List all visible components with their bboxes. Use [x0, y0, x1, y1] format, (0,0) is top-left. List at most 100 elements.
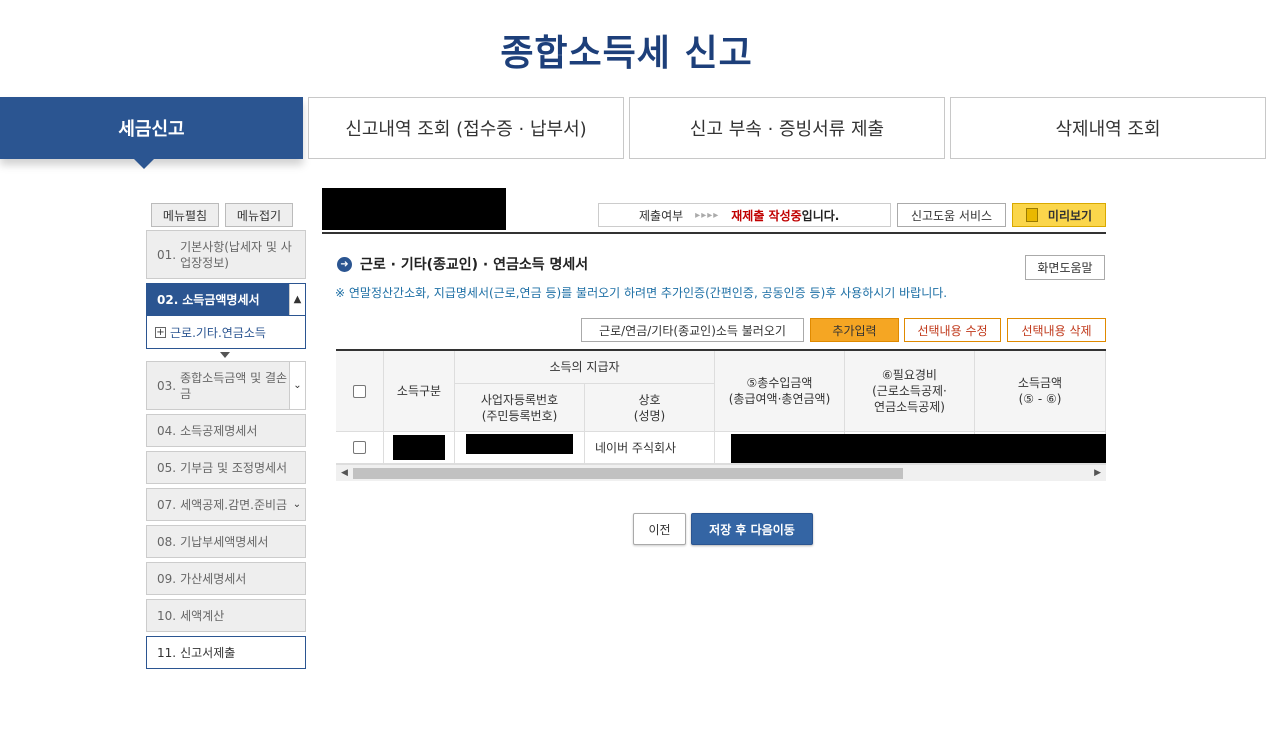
header-gross-income: ⑤총수입금액 (총급여액·총연금액): [715, 351, 845, 432]
chevron-down-icon[interactable]: ⌄: [289, 489, 305, 520]
header-expense-line3: 연금소득공제): [874, 400, 945, 414]
edit-selected-button[interactable]: 선택내용 수정: [904, 318, 1001, 342]
sidebar-item-penalty-tax[interactable]: 09. 가산세명세서: [146, 562, 306, 595]
table-row-checkbox-cell: [336, 432, 384, 464]
load-income-button[interactable]: 근로/연금/기타(종교인)소득 불러오기: [581, 318, 804, 342]
prev-button[interactable]: 이전: [633, 513, 686, 545]
header-reg-no: 사업자등록번호 (주민등록번호): [455, 384, 585, 432]
redacted-block: [393, 435, 445, 460]
table-row-reg-no[interactable]: [455, 432, 585, 464]
sidebar-item-submit[interactable]: 11. 신고서제출: [146, 636, 306, 669]
sidebar-subitem-label: 근로.기타.연금소득: [170, 325, 266, 340]
document-icon: [1025, 208, 1038, 222]
sidebar-item-num: 11.: [157, 645, 177, 660]
status-suffix: 입니다.: [801, 208, 840, 223]
sidebar-item-label: 가산세명세서: [180, 572, 247, 586]
header-gross-line1: ⑤총수입금액: [746, 376, 813, 390]
sidebar-item-donations[interactable]: 05. 기부금 및 조정명세서: [146, 451, 306, 484]
notice-text: ※ 연말정산간소화, 지급명세서(근로,연금 등)를 불러오기 하려면 추가인증…: [335, 286, 948, 300]
tab-supporting-docs[interactable]: 신고 부속 · 증빙서류 제출: [629, 97, 945, 159]
scroll-right-icon[interactable]: ▶: [1094, 468, 1101, 478]
header-payer-group: 소득의 지급자: [455, 351, 715, 384]
plus-icon: +: [155, 326, 166, 338]
scroll-left-icon[interactable]: ◀: [341, 468, 348, 478]
menu-expand-button[interactable]: 메뉴펼침: [151, 203, 219, 227]
arrow-right-icon: ➜: [337, 256, 352, 272]
sidebar-item-label: 소득금액명세서: [182, 293, 260, 307]
sidebar-item-num: 02.: [157, 292, 179, 307]
preview-label: 미리보기: [1047, 208, 1093, 223]
sidebar-item-deductions[interactable]: 04. 소득공제명세서: [146, 414, 306, 447]
sidebar-item-tax-credits[interactable]: 07. 세액공제.감면.준비금 ⌄: [146, 488, 306, 521]
sidebar-item-total-income[interactable]: 03. 종합소득금액 및 결손금 ⌄: [146, 361, 306, 410]
header-select-all: [336, 351, 384, 432]
horizontal-scrollbar[interactable]: ◀ ▶: [336, 464, 1106, 481]
header-income-line2: (⑤ - ⑥): [1018, 392, 1062, 406]
header-company-name: 상호 (성명): [585, 384, 715, 432]
header-reg-no-line2: (주민등록번호): [481, 408, 558, 423]
add-entry-button[interactable]: 추가입력: [810, 318, 899, 342]
status-arrows: ▸▸▸▸: [695, 209, 720, 221]
row-checkbox[interactable]: [353, 441, 366, 454]
sidebar-item-num: 03.: [157, 378, 177, 393]
tab-filing-history[interactable]: 신고내역 조회 (접수증 · 납부서): [308, 97, 624, 159]
sidebar-item-tax-calc[interactable]: 10. 세액계산: [146, 599, 306, 632]
redacted-block: [322, 188, 506, 230]
preview-button[interactable]: 미리보기: [1012, 203, 1106, 227]
select-all-checkbox[interactable]: [353, 384, 366, 398]
header-income-line1: 소득금액: [1017, 376, 1063, 390]
delete-selected-button[interactable]: 선택내용 삭제: [1007, 318, 1106, 342]
main-tabs: 세금신고 신고내역 조회 (접수증 · 납부서) 신고 부속 · 증빙서류 제출…: [0, 97, 1273, 169]
screen-help-button[interactable]: 화면도움말: [1025, 255, 1105, 280]
tab-label: 신고내역 조회 (접수증 · 납부서): [345, 119, 587, 140]
section-title: ➜ 근로 · 기타(종교인) · 연금소득 명세서: [337, 254, 588, 274]
header-name-line1: 상호: [638, 392, 661, 407]
sidebar-item-num: 08.: [157, 534, 177, 549]
expand-down-icon: [220, 352, 230, 358]
header-gross-line2: (총급여액·총연금액): [728, 392, 831, 406]
submission-status: 제출여부 ▸▸▸▸ 재제출 작성중 입니다.: [598, 203, 891, 227]
header-reg-no-line1: 사업자등록번호: [480, 392, 559, 407]
menu-collapse-button[interactable]: 메뉴접기: [225, 203, 293, 227]
table-row-company[interactable]: 네이버 주식회사: [585, 432, 715, 464]
sidebar-subitem-earned-income[interactable]: + 근로.기타.연금소득: [146, 316, 306, 349]
scroll-thumb[interactable]: [353, 468, 903, 479]
section-divider: [322, 232, 1106, 234]
sidebar-item-num: 04.: [157, 423, 177, 438]
tab-deleted-history[interactable]: 삭제내역 조회: [950, 97, 1266, 159]
sidebar-item-prepaid-tax[interactable]: 08. 기납부세액명세서: [146, 525, 306, 558]
sidebar-item-label: 신고서제출: [180, 646, 236, 660]
redacted-block: [731, 434, 1106, 463]
tab-label: 신고 부속 · 증빙서류 제출: [689, 119, 885, 140]
status-prefix: 제출여부: [639, 208, 684, 223]
tab-label: 세금신고: [118, 119, 185, 140]
save-next-button[interactable]: 저장 후 다음이동: [691, 513, 813, 545]
header-name-line2: (성명): [633, 408, 666, 423]
header-income-amount: 소득금액 (⑤ - ⑥): [975, 351, 1106, 432]
status-highlight: 재제출 작성중: [731, 208, 802, 223]
sidebar-item-num: 09.: [157, 571, 177, 586]
section-title-text: 근로 · 기타(종교인) · 연금소득 명세서: [360, 257, 589, 273]
tab-label: 삭제내역 조회: [1055, 119, 1161, 140]
sidebar-item-num: 05.: [157, 460, 177, 475]
chevron-down-icon[interactable]: ⌄: [289, 362, 305, 409]
help-service-button[interactable]: 신고도움 서비스: [897, 203, 1006, 227]
redacted-block: [466, 433, 573, 454]
sidebar-item-num: 10.: [157, 608, 177, 623]
active-tab-indicator: [134, 159, 154, 169]
sidebar-item-num: 01.: [157, 247, 177, 262]
tab-tax-filing[interactable]: 세금신고: [0, 97, 303, 169]
scroll-up-icon[interactable]: ▲: [289, 284, 305, 315]
sidebar-item-income-statement[interactable]: 02. 소득금액명세서 ▲: [146, 283, 306, 316]
sidebar-item-label: 종합소득금액 및 결손금: [180, 370, 288, 401]
sidebar-item-label: 세액계산: [180, 609, 225, 623]
sidebar-item-num: 07.: [157, 497, 177, 512]
company-name: 네이버 주식회사: [595, 440, 677, 455]
sidebar-item-label: 세액공제.감면.준비금: [180, 498, 288, 512]
sidebar-item-label: 기부금 및 조정명세서: [180, 461, 288, 475]
header-expense-line1: ⑥필요경비: [882, 368, 937, 382]
table-row-income-type[interactable]: [384, 432, 455, 464]
header-income-type: 소득구분: [384, 351, 455, 432]
page-title: 종합소득세 신고: [500, 33, 753, 74]
sidebar-item-basic-info[interactable]: 01. 기본사항(납세자 및 사업장정보): [146, 230, 306, 279]
